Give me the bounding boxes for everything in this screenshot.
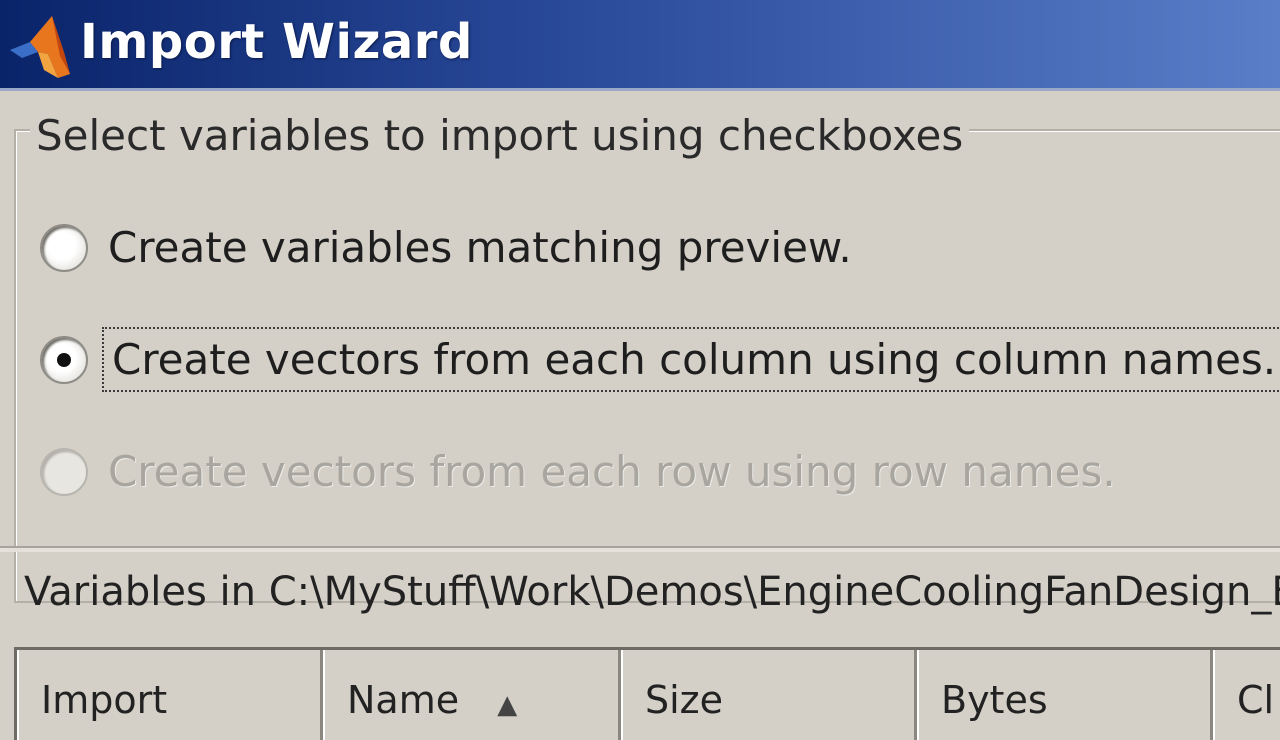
column-header-label: Cl xyxy=(1237,678,1275,722)
column-header-class[interactable]: Cl xyxy=(1213,650,1280,740)
window-title: Import Wizard xyxy=(80,14,473,70)
radio-option-columns[interactable]: Create vectors from each column using co… xyxy=(40,327,1280,392)
groupbox-legend: Select variables to import using checkbo… xyxy=(30,111,970,160)
matlab-logo-icon xyxy=(8,12,72,82)
variables-table[interactable]: Import Name ▲ Size Bytes Cl xyxy=(14,647,1280,740)
radio-label-rows: Create vectors from each row using row n… xyxy=(108,447,1116,496)
radio-button-rows xyxy=(40,447,88,496)
column-header-bytes[interactable]: Bytes xyxy=(917,650,1213,740)
column-header-import[interactable]: Import xyxy=(17,650,323,740)
radio-label-preview[interactable]: Create variables matching preview. xyxy=(108,223,852,272)
sort-ascending-icon: ▲ xyxy=(497,690,518,720)
column-header-label: Bytes xyxy=(941,678,1048,722)
title-bar[interactable]: Import Wizard xyxy=(0,0,1280,91)
column-header-label: Import xyxy=(41,678,168,722)
column-header-name[interactable]: Name ▲ xyxy=(323,650,621,740)
section-separator xyxy=(0,546,1280,552)
column-header-label: Name xyxy=(347,678,460,722)
wizard-body: Select variables to import using checkbo… xyxy=(0,91,1280,740)
column-header-label: Size xyxy=(645,678,724,722)
variables-path-label: Variables in C:\MyStuff\Work\Demos\Engin… xyxy=(24,569,1280,615)
radio-button-columns[interactable] xyxy=(40,335,88,384)
radio-button-preview[interactable] xyxy=(40,223,88,272)
table-header-row: Import Name ▲ Size Bytes Cl xyxy=(17,650,1280,740)
column-header-size[interactable]: Size xyxy=(621,650,917,740)
radio-option-rows: Create vectors from each row using row n… xyxy=(40,447,1116,496)
radio-label-columns[interactable]: Create vectors from each column using co… xyxy=(101,327,1280,392)
radio-option-preview[interactable]: Create variables matching preview. xyxy=(40,223,852,272)
